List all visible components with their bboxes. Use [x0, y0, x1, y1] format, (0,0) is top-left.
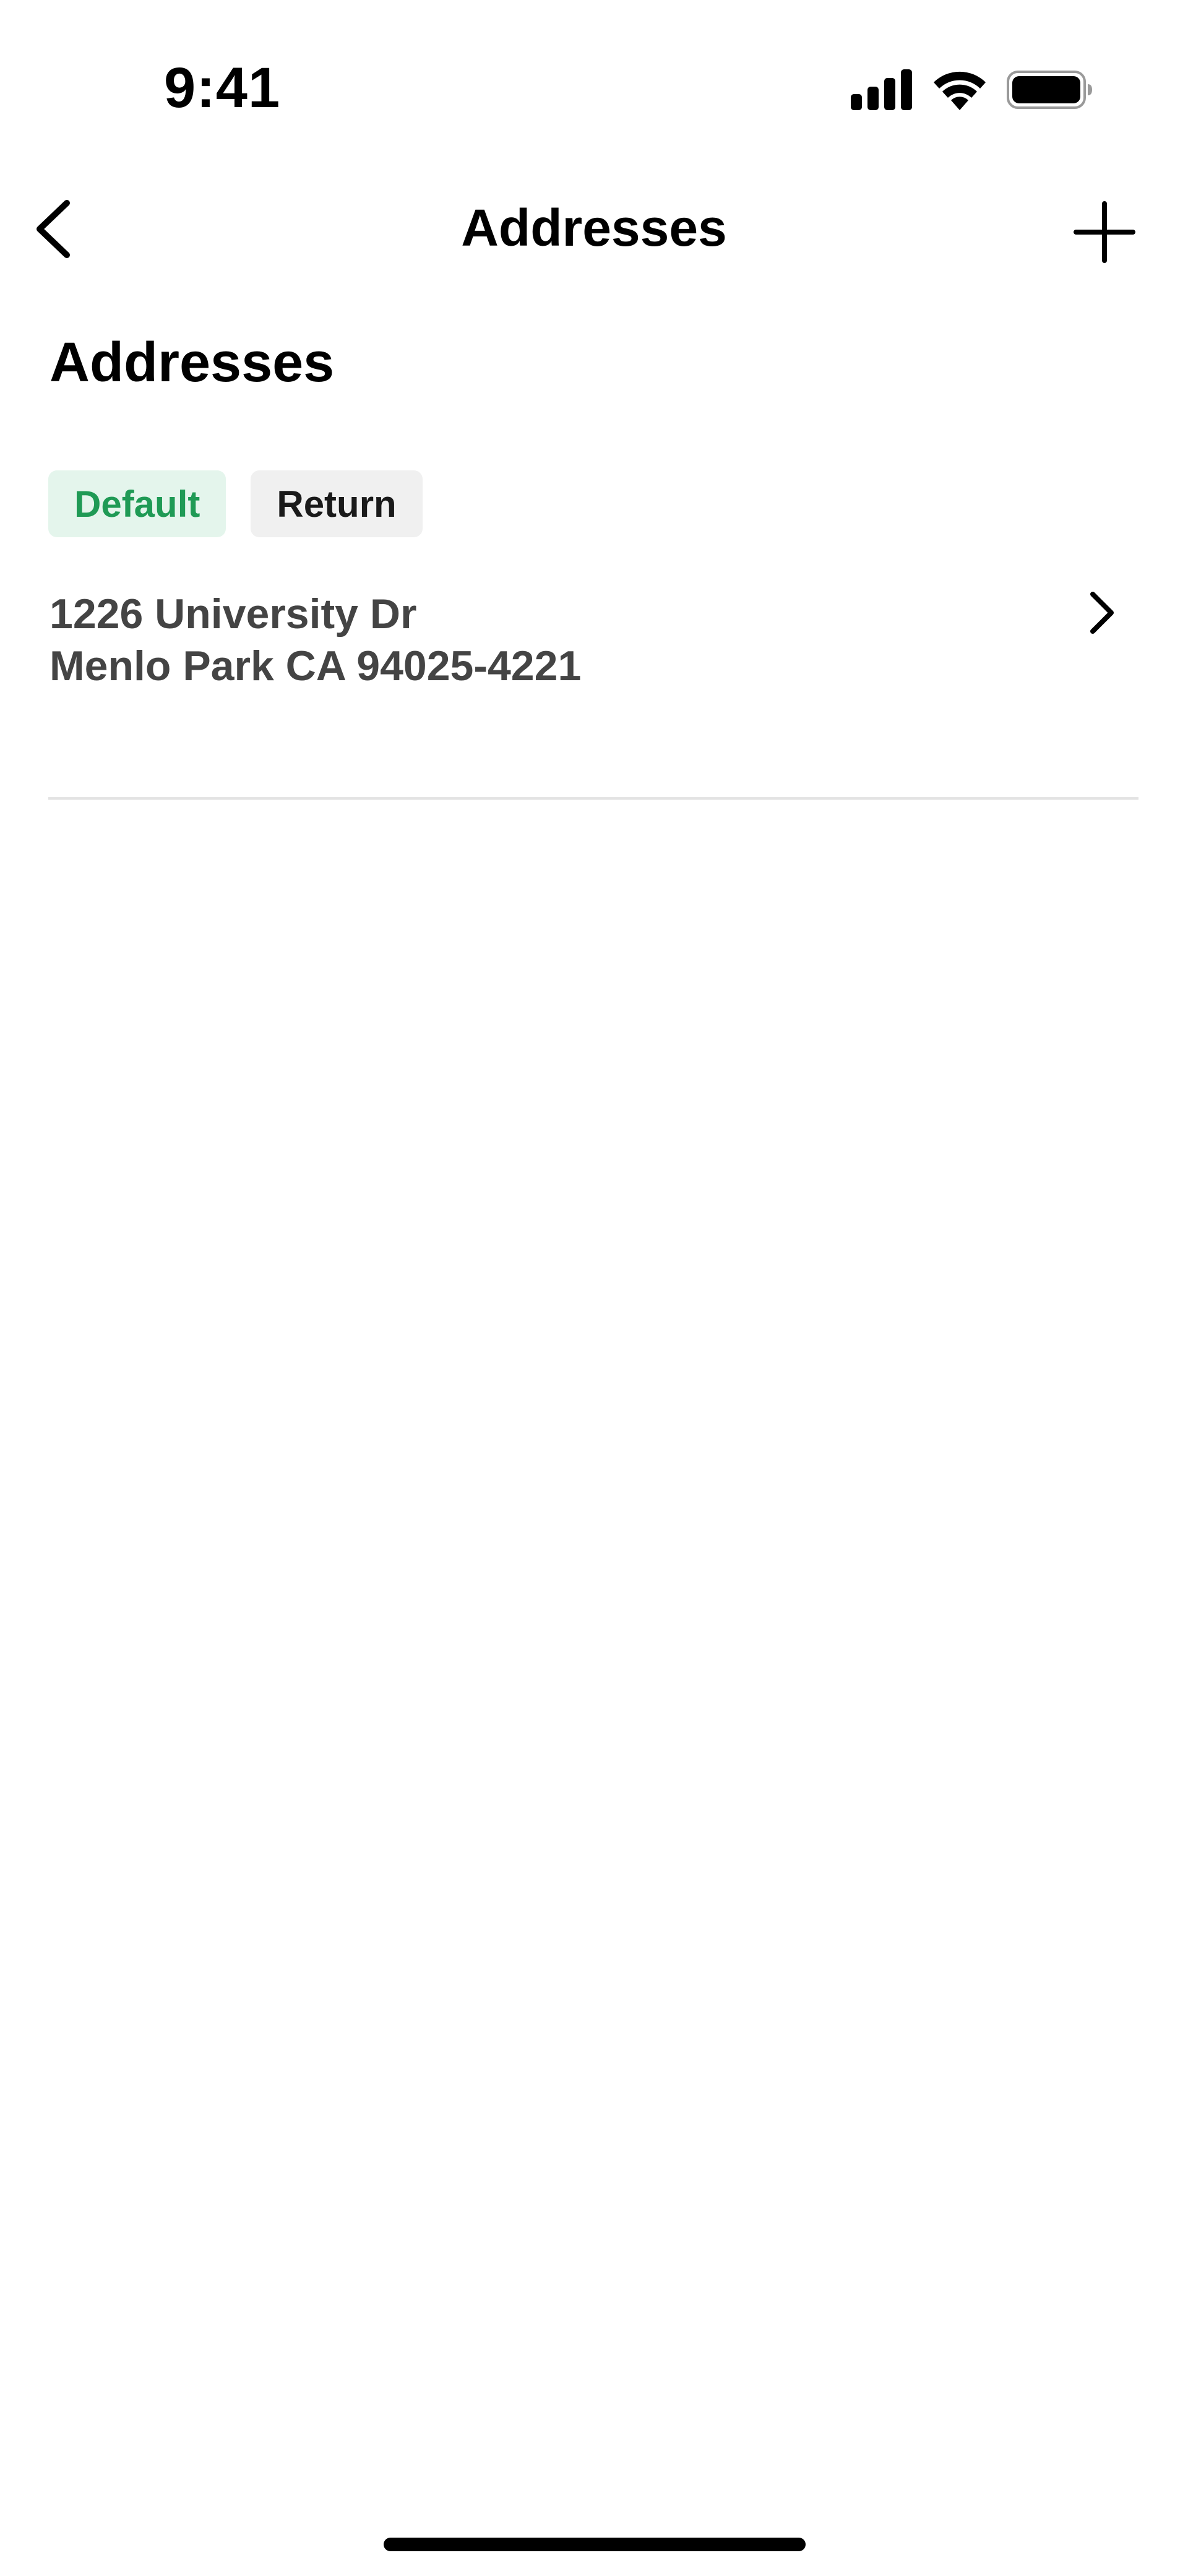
- nav-title: Addresses: [461, 199, 727, 257]
- divider: [48, 797, 1138, 800]
- signal-icon: [851, 69, 912, 110]
- status-icons: [851, 65, 1093, 115]
- status-time: 9:41: [164, 56, 281, 119]
- battery-icon: [1007, 71, 1092, 109]
- address-tags: Default Return: [48, 470, 423, 537]
- tag-return[interactable]: Return: [251, 470, 423, 537]
- add-address-button[interactable]: [1067, 195, 1142, 269]
- wifi-icon: [934, 71, 986, 110]
- chevron-right-icon: [1090, 592, 1114, 634]
- nav-bar: Addresses: [0, 167, 1188, 291]
- status-bar: 9:41: [0, 0, 1188, 155]
- page-heading: Addresses: [50, 332, 335, 394]
- address-list-item[interactable]: 1226 University Dr Menlo Park CA 94025-4…: [50, 588, 1138, 712]
- tag-default[interactable]: Default: [48, 470, 226, 537]
- home-indicator: [384, 2538, 806, 2551]
- address-line-1: 1226 University Dr: [50, 590, 417, 638]
- plus-icon: [1074, 201, 1135, 263]
- address-line-2: Menlo Park CA 94025-4221: [50, 642, 582, 689]
